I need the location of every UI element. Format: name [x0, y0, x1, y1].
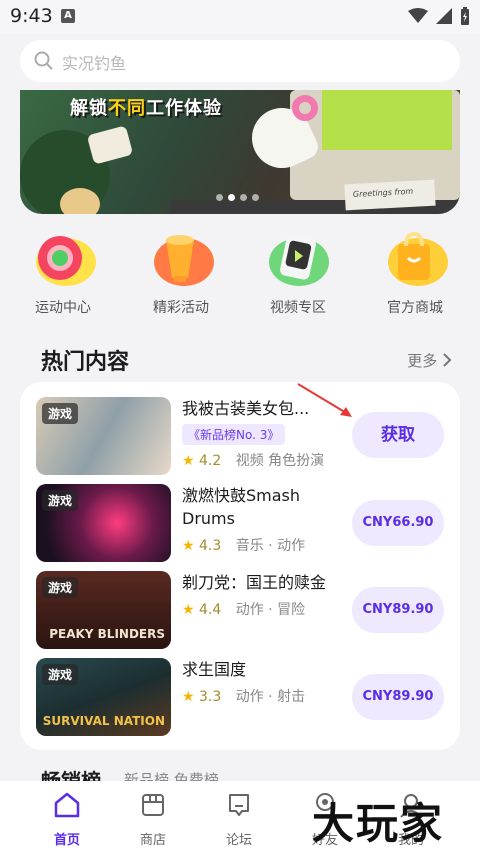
search-icon — [34, 51, 53, 70]
forum-icon — [229, 794, 249, 816]
game-info: 激燃快鼓Smash Drums ★ 4.3 音乐 · 动作 — [182, 484, 352, 555]
game-info: 求生国度 ★ 3.3 动作 · 射击 — [182, 658, 352, 706]
sports-center-icon — [30, 232, 96, 288]
game-score: 4.3 — [199, 538, 222, 554]
game-name: 剃刀党：国王的赎金 — [182, 573, 327, 592]
star-icon: ★ — [182, 689, 195, 705]
hot-section-title: 热门内容 — [41, 350, 130, 375]
list-item[interactable]: 游戏 PEAKY BLINDERS 剃刀党：国王的赎金 ★ 4.4 动作 · 冒… — [20, 571, 460, 651]
game-tag: 游戏 — [42, 664, 79, 685]
game-thumbnail: 游戏 — [36, 484, 171, 562]
search-bar[interactable]: 实况钓鱼 — [20, 40, 460, 82]
game-meta: ★ 4.3 音乐 · 动作 — [182, 535, 352, 555]
quick-link-label: 视频专区 — [270, 300, 326, 316]
quick-link-label: 官方商城 — [387, 300, 443, 316]
rank-badge: 《新品榜No. 3》 — [182, 424, 286, 445]
banner-pagination[interactable] — [216, 194, 259, 201]
notification-badge-icon: A — [61, 9, 75, 23]
wifi-icon — [408, 8, 428, 23]
game-score: 4.4 — [199, 602, 222, 618]
star-icon: ★ — [182, 453, 195, 469]
quick-link-activities[interactable]: 精彩活动 — [126, 232, 236, 317]
star-icon: ★ — [182, 602, 195, 618]
game-category: 动作 · 射击 — [235, 689, 306, 705]
list-item[interactable]: 游戏 我被古装美女包... 《新品榜No. 3》 ★ 4.2 视频 角色扮演 获… — [20, 397, 460, 477]
tab-store[interactable]: 商店 — [113, 791, 193, 848]
game-info: 剃刀党：国王的赎金 ★ 4.4 动作 · 冒险 — [182, 571, 352, 619]
signal-icon — [436, 8, 452, 24]
game-thumbnail: 游戏 SURVIVAL NATION — [36, 658, 171, 736]
banner-mug-shape — [86, 125, 134, 165]
game-thumbnail: 游戏 PEAKY BLINDERS — [36, 571, 171, 649]
quick-link-sports-center[interactable]: 运动中心 — [8, 232, 118, 317]
search-placeholder: 实况钓鱼 — [62, 54, 127, 73]
activities-icon — [148, 232, 214, 288]
home-icon — [54, 792, 80, 818]
game-category: 音乐 · 动作 — [235, 538, 306, 554]
system-icons — [408, 7, 470, 25]
list-item[interactable]: 游戏 SURVIVAL NATION 求生国度 ★ 3.3 动作 · 射击 CN… — [20, 658, 460, 738]
star-icon: ★ — [182, 538, 195, 554]
banner-paper-note: Greetings from — [344, 179, 436, 211]
quick-links: 运动中心 精彩活动 视频专区 官方商城 — [0, 231, 480, 322]
battery-icon — [461, 7, 469, 25]
status-bar: 9:43 A — [0, 0, 480, 34]
banner-title: 解锁不同工作体验 — [70, 98, 222, 119]
watermark-logo: 大玩家 — [312, 799, 445, 848]
game-meta: ★ 4.2 视频 角色扮演 — [182, 450, 352, 470]
quick-link-shop[interactable]: 官方商城 — [360, 231, 470, 317]
status-time: 9:43 — [10, 5, 53, 27]
video-zone-icon — [265, 232, 331, 288]
game-art-title: PEAKY BLINDERS — [49, 627, 165, 641]
banner-screen-shape — [322, 90, 452, 150]
game-tag: 游戏 — [42, 403, 79, 424]
game-meta: ★ 3.3 动作 · 射击 — [182, 686, 352, 706]
banner-donut-shape — [292, 95, 318, 121]
promo-banner[interactable]: Greetings from 解锁不同工作体验 — [20, 90, 460, 214]
game-thumbnail: 游戏 — [36, 397, 171, 475]
game-art-title: SURVIVAL NATION — [42, 714, 165, 728]
game-tag: 游戏 — [42, 577, 79, 598]
game-category: 视频 角色扮演 — [235, 453, 325, 469]
hot-more-link[interactable]: 更多 — [407, 350, 452, 371]
game-name: 激燃快鼓Smash Drums — [182, 486, 301, 528]
shop-icon — [382, 231, 448, 288]
banner-dot-active[interactable] — [228, 194, 235, 201]
game-category: 动作 · 冒险 — [235, 602, 306, 618]
banner-dot[interactable] — [216, 194, 223, 201]
quick-link-video-zone[interactable]: 视频专区 — [243, 232, 353, 317]
tab-label: 论坛 — [225, 833, 252, 848]
game-tag: 游戏 — [42, 490, 79, 511]
tab-home[interactable]: 首页 — [27, 791, 107, 848]
price-button[interactable]: CNY89.90 — [352, 587, 444, 633]
banner-cookie-shape — [60, 188, 100, 214]
chevron-right-icon — [443, 353, 452, 367]
quick-link-label: 精彩活动 — [153, 300, 209, 316]
game-meta: ★ 4.4 动作 · 冒险 — [182, 599, 352, 619]
game-score: 4.2 — [199, 453, 222, 469]
game-score: 3.3 — [199, 689, 222, 705]
quick-link-label: 运动中心 — [35, 300, 91, 316]
banner-dot[interactable] — [252, 194, 259, 201]
tab-forum[interactable]: 论坛 — [199, 791, 279, 848]
banner-dot[interactable] — [240, 194, 247, 201]
price-button[interactable]: CNY89.90 — [352, 674, 444, 720]
tab-label: 商店 — [139, 833, 166, 848]
store-icon — [142, 794, 164, 816]
list-item[interactable]: 游戏 激燃快鼓Smash Drums ★ 4.3 音乐 · 动作 CNY66.9… — [20, 484, 460, 564]
annotation-arrow-icon — [297, 383, 352, 417]
hot-list-card: 游戏 我被古装美女包... 《新品榜No. 3》 ★ 4.2 视频 角色扮演 获… — [20, 382, 460, 750]
tab-label: 首页 — [53, 833, 80, 848]
game-name: 求生国度 — [182, 660, 247, 679]
get-button[interactable]: 获取 — [352, 412, 444, 458]
price-button[interactable]: CNY66.90 — [352, 500, 444, 546]
